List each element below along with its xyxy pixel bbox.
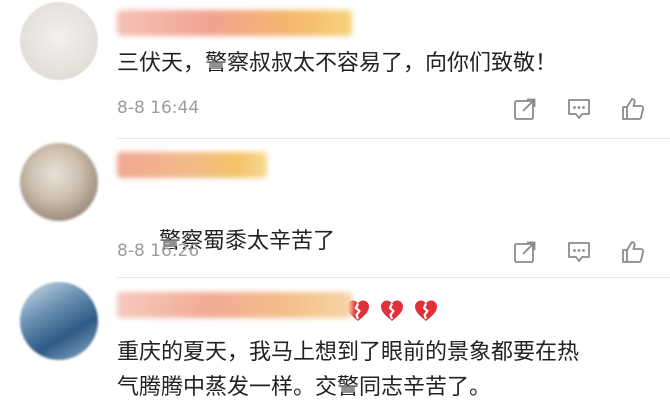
comment-timestamp: 8-8 16:44 [117, 98, 200, 118]
avatar[interactable] [20, 282, 98, 360]
like-icon[interactable] [620, 239, 646, 265]
comment-text: 重庆的夏天，我马上想到了眼前的景象都要在热 气腾腾中蒸发一样。交警同志辛苦了。 [117, 340, 580, 400]
username-blurred[interactable] [117, 152, 267, 178]
comment-actions [512, 239, 646, 265]
broken-heart-icon [413, 228, 439, 321]
share-icon[interactable] [512, 239, 538, 265]
broken-heart-icon [345, 228, 371, 321]
username-blurred[interactable] [117, 292, 352, 318]
share-icon[interactable] [512, 96, 538, 122]
reply-icon[interactable] [566, 239, 592, 265]
avatar[interactable] [20, 2, 98, 80]
like-icon[interactable] [620, 96, 646, 122]
username-blurred[interactable] [117, 10, 352, 36]
avatar[interactable] [20, 143, 98, 221]
comment-item: 重庆的夏天，我马上想到了眼前的景象都要在热 气腾腾中蒸发一样。交警同志辛苦了。 [0, 278, 670, 409]
comment-text: 三伏天，警察叔叔太不容易了，向你们致敬！ [117, 51, 558, 76]
emoji-group [345, 228, 439, 321]
comment-item: 警察蜀黍太辛苦了 8-8 16:26 [0, 139, 670, 321]
comment-actions [512, 96, 646, 122]
reply-icon[interactable] [566, 96, 592, 122]
comment-item: 三伏天，警察叔叔太不容易了，向你们致敬！ 8-8 16:44 [0, 0, 670, 137]
comment-timestamp: 8-8 16:26 [117, 241, 200, 261]
broken-heart-icon [379, 228, 405, 321]
comment-feed: 三伏天，警察叔叔太不容易了，向你们致敬！ 8-8 16:44 警察蜀黍太辛苦了 [0, 0, 670, 409]
